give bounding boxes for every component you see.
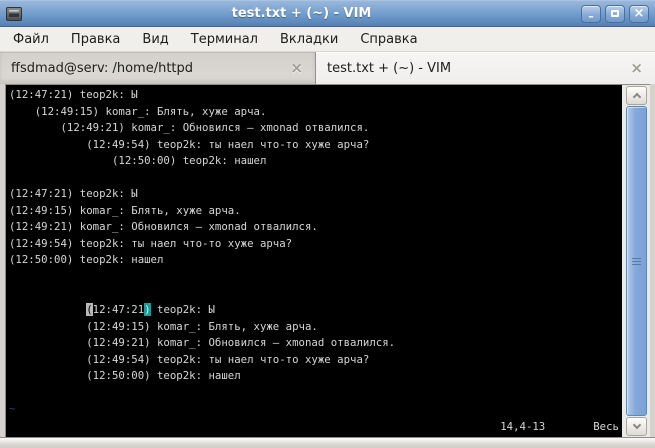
scrollbar-thumb[interactable] [626,106,647,416]
terminal-content-row: (12:47:21) teop2k: Ы (12:49:15) komar_: … [0,84,655,437]
menu-item-0[interactable]: Файл [2,29,60,50]
close-button[interactable]: × [629,4,649,23]
tab-label: test.txt + (~) - VIM [327,60,452,76]
vim-statusline: 14,4-13 Весь [6,418,622,435]
menu-item-5[interactable]: Справка [349,29,428,50]
vim-scroll-position: Весь [593,420,619,434]
terminal-line: ~ [9,402,16,416]
tab-close-icon[interactable]: × [626,60,647,76]
terminal-line: (12:47:21) teop2k: Ы [86,303,215,317]
maximize-icon [611,10,619,17]
minimize-button[interactable]: – [581,4,601,23]
scroll-down-button[interactable] [626,417,647,436]
minimize-icon: – [588,9,594,23]
menu-item-1[interactable]: Правка [60,29,131,50]
menubar: Файл Правка Вид Терминал Вкладки Справка [0,27,655,52]
terminal-line: (12:50:00) teop2k: нашел [9,369,241,383]
window-title: test.txt + (~) - VIM [231,6,372,21]
terminal-line: (12:49:54) teop2k: ты наел что-то хуже а… [9,137,370,151]
terminal-line: (12:49:21) komar_: Обновился — xmonad от… [9,220,318,234]
close-icon: × [633,5,645,21]
menu-item-2[interactable]: Вид [131,29,179,50]
chevron-up-icon [632,92,641,102]
terminal-line: (12:49:15) komar_: Блять, хуже арча. [9,203,241,217]
terminal-line: (12:50:00) teop2k: нашел [9,253,164,267]
maximize-button[interactable] [605,4,625,23]
terminal-line: (12:49:54) teop2k: ты наел что-то хуже а… [9,352,370,366]
terminal-line: (12:47:21) teop2k: Ы [9,187,138,201]
terminal-app-icon [6,6,22,21]
tab-strip: ffsdmad@serv: /home/httpd × test.txt + (~)… [0,52,655,84]
terminal-line: (12:50:00) teop2k: нашел [9,154,267,168]
terminal-line: (12:49:15) komar_: Блять, хуже арча. [9,104,267,118]
scrollbar[interactable] [622,84,650,437]
tab-1[interactable]: test.txt + (~) - VIM × [316,52,655,84]
window-titlebar[interactable]: test.txt + (~) - VIM – × [0,0,655,27]
terminal-line: (12:49:21) komar_: Обновился — xmonad от… [9,336,396,350]
chevron-down-icon [632,420,641,430]
vim-ruler: 14,4-13 [500,420,546,434]
window-bottom-border [0,437,655,448]
terminal-line: (12:47:21) teop2k: Ы [9,88,138,101]
terminal-line: (12:49:54) teop2k: ты наел что-то хуже а… [9,236,293,250]
tab-0[interactable]: ffsdmad@serv: /home/httpd × [0,52,316,84]
scroll-up-button[interactable] [626,86,647,105]
vim-terminal-area[interactable]: (12:47:21) teop2k: Ы (12:49:15) komar_: … [5,84,622,437]
terminal-line: (12:49:15) komar_: Блять, хуже арча. [9,319,318,333]
thumb-grip [632,257,641,259]
terminal-line: (12:49:21) komar_: Обновился — xmonad от… [9,121,370,135]
terminal-text: (12:47:21) teop2k: Ы (12:49:15) komar_: … [9,88,622,419]
menu-item-4[interactable]: Вкладки [269,29,349,50]
menu-item-3[interactable]: Терминал [180,29,269,50]
tab-label: ffsdmad@serv: /home/httpd [11,60,194,76]
tab-close-icon[interactable]: × [286,60,307,76]
terminal-window: test.txt + (~) - VIM – × Файл Правка Вид Те… [0,0,655,448]
